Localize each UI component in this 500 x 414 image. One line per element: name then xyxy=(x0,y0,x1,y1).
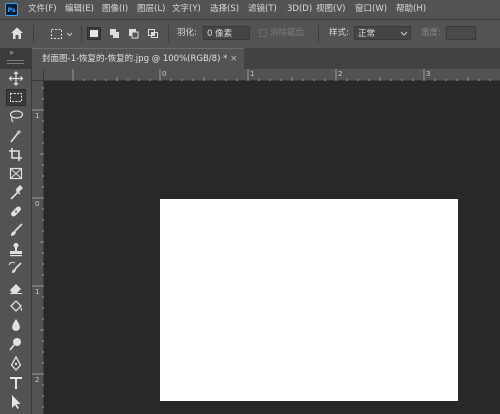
add-to-selection-button[interactable] xyxy=(108,27,122,40)
vertical-ruler[interactable]: 1 0 1 2 xyxy=(32,81,44,414)
feather-label: 羽化: xyxy=(177,28,197,38)
ruler-h-label: 0 xyxy=(162,70,167,78)
horizontal-ruler[interactable]: 0 1 2 3 xyxy=(32,69,500,81)
style-select-value: 正常 xyxy=(358,29,376,39)
history-brush-tool-icon[interactable] xyxy=(6,260,26,277)
menu-layer[interactable]: 图层(L) xyxy=(137,3,165,16)
menu-edit[interactable]: 编辑(E) xyxy=(65,3,94,16)
new-selection-button[interactable] xyxy=(87,27,101,40)
separator xyxy=(168,25,169,42)
ruler-origin[interactable] xyxy=(32,69,44,81)
menu-image[interactable]: 图像(I) xyxy=(102,3,128,16)
ruler-v-label: 2 xyxy=(35,376,40,384)
ruler-v-label: 1 xyxy=(35,288,40,296)
separator xyxy=(81,25,82,42)
paint-bucket-tool-icon[interactable] xyxy=(6,298,26,315)
close-icon[interactable]: × xyxy=(230,52,238,66)
menu-type[interactable]: 文字(Y) xyxy=(172,3,201,16)
dodge-tool-icon[interactable] xyxy=(6,336,26,353)
ruler-v-label: 0 xyxy=(35,200,40,208)
menu-view[interactable]: 视图(V) xyxy=(316,3,345,16)
separator xyxy=(33,25,34,42)
feather-input[interactable]: 0 像素 xyxy=(203,26,250,40)
style-label: 样式: xyxy=(329,28,349,38)
tool-preset-picker[interactable] xyxy=(50,26,76,42)
toolbox-header: » xyxy=(0,48,32,69)
home-icon[interactable] xyxy=(9,25,25,41)
chevron-down-icon xyxy=(400,27,408,44)
healing-brush-tool-icon[interactable] xyxy=(6,203,26,220)
ruler-h-label: 3 xyxy=(426,70,431,78)
ruler-h-label: 1 xyxy=(250,70,255,78)
antialias-label: 消除锯齿 xyxy=(270,28,305,38)
photoshop-logo-icon: Ps xyxy=(5,3,18,16)
path-selection-tool-icon[interactable] xyxy=(6,393,26,410)
menu-3d[interactable]: 3D(D) xyxy=(287,3,312,16)
separator xyxy=(318,25,319,42)
move-tool-icon[interactable] xyxy=(6,70,26,87)
frame-tool-icon[interactable] xyxy=(6,165,26,182)
grip-icon[interactable] xyxy=(7,60,24,64)
crop-tool-icon[interactable] xyxy=(6,146,26,163)
magic-wand-tool-icon[interactable] xyxy=(6,127,26,144)
menu-help[interactable]: 帮助(H) xyxy=(396,3,426,16)
menu-window[interactable]: 窗口(W) xyxy=(355,3,387,16)
antialias-checkbox[interactable] xyxy=(259,29,267,37)
menu-filter[interactable]: 滤镜(T) xyxy=(248,3,277,16)
ruler-h-label: 2 xyxy=(338,70,343,78)
document-canvas[interactable] xyxy=(160,199,458,401)
style-select[interactable]: 正常 xyxy=(354,26,411,40)
collapse-double-chevron-icon[interactable]: » xyxy=(9,49,14,57)
rect-marquee-tool-icon[interactable] xyxy=(6,89,26,106)
lasso-tool-icon[interactable] xyxy=(6,108,26,125)
subtract-from-selection-button[interactable] xyxy=(127,27,141,40)
width-label: 宽度: xyxy=(421,28,441,38)
brush-tool-icon[interactable] xyxy=(6,222,26,239)
menu-file[interactable]: 文件(F) xyxy=(28,3,57,16)
eyedropper-tool-icon[interactable] xyxy=(6,184,26,201)
eraser-tool-icon[interactable] xyxy=(6,279,26,296)
pen-tool-icon[interactable] xyxy=(6,355,26,372)
clone-stamp-tool-icon[interactable] xyxy=(6,241,26,258)
width-input[interactable] xyxy=(446,26,476,40)
intersect-selection-button[interactable] xyxy=(146,27,160,40)
document-tab-title: 封面图-1-恢复的-恢复的.jpg @ 100%(RGB/8) * xyxy=(42,54,228,64)
blur-tool-icon[interactable] xyxy=(6,317,26,334)
ruler-v-label: 1 xyxy=(35,112,40,120)
menu-select[interactable]: 选择(S) xyxy=(210,3,239,16)
type-tool-icon[interactable] xyxy=(6,374,26,391)
document-tab[interactable]: 封面图-1-恢复的-恢复的.jpg @ 100%(RGB/8) * × xyxy=(32,48,244,69)
